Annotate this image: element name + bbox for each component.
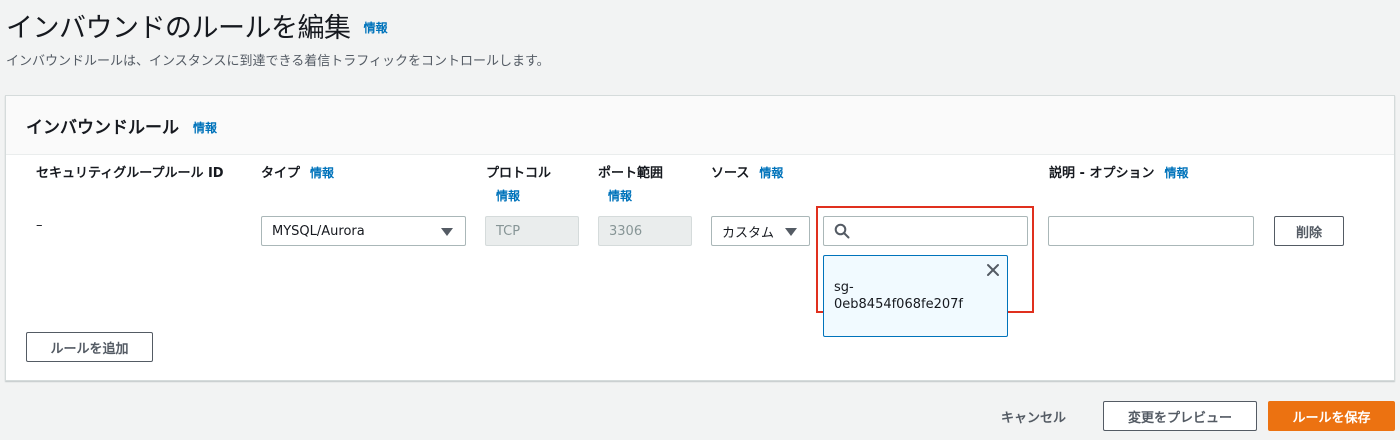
column-label-protocol: プロトコル (486, 166, 552, 181)
column-header-source: ソース 情報 (711, 162, 783, 181)
type-info-link[interactable]: 情報 (310, 166, 334, 180)
protocol-field: TCP (485, 216, 579, 246)
source-info-link[interactable]: 情報 (759, 166, 783, 180)
source-token: sg- 0eb8454f068fe207f (823, 255, 1008, 337)
caret-down-icon (441, 228, 453, 236)
cancel-button[interactable]: キャンセル (1001, 407, 1066, 426)
port-range-info-link[interactable]: 情報 (608, 187, 663, 204)
source-search-field[interactable] (823, 216, 1028, 246)
page-description: インバウンドルールは、インスタンスに到達できる着信トラフィックをコントロールしま… (6, 54, 550, 69)
description-info-link[interactable]: 情報 (1164, 166, 1188, 180)
type-select-value: MYSQL/Aurora (272, 223, 365, 239)
column-label-source: ソース (711, 166, 750, 181)
column-label-rule-id: セキュリティグループルール ID (36, 166, 224, 181)
page-info-link[interactable]: 情報 (364, 21, 388, 35)
source-type-value: カスタム (722, 225, 775, 241)
save-rules-button[interactable]: ルールを保存 (1268, 401, 1395, 431)
description-input[interactable] (1048, 216, 1254, 246)
panel-header: インバウンドルール 情報 (6, 96, 1394, 155)
column-header-description: 説明 - オプション 情報 (1049, 162, 1188, 181)
inbound-rules-panel: インバウンドルール 情報 セキュリティグループルール ID タイプ 情報 プロトコ… (5, 95, 1395, 381)
caret-down-icon (785, 228, 797, 236)
column-header-rule-id: セキュリティグループルール ID (36, 162, 224, 181)
port-range-value: 3306 (609, 223, 643, 239)
page-title: インバウンドのルールを編集 (6, 13, 351, 44)
type-select[interactable]: MYSQL/Aurora (261, 216, 466, 246)
column-header-port-range: ポート範囲 情報 (598, 162, 663, 204)
close-icon[interactable] (985, 262, 1001, 278)
page-header: インバウンドのルールを編集 情報 (6, 6, 388, 45)
column-label-port-range: ポート範囲 (598, 166, 664, 181)
rule-id-value: – (36, 218, 43, 233)
panel-info-link[interactable]: 情報 (193, 119, 217, 136)
protocol-info-link[interactable]: 情報 (496, 187, 551, 204)
delete-rule-button[interactable]: 削除 (1274, 216, 1344, 246)
add-rule-button[interactable]: ルールを追加 (26, 332, 153, 362)
source-search-input[interactable] (856, 217, 1023, 245)
source-type-select[interactable]: カスタム (711, 216, 810, 246)
column-header-protocol: プロトコル 情報 (486, 162, 551, 204)
protocol-value: TCP (496, 223, 521, 239)
column-label-description: 説明 - オプション (1049, 166, 1155, 181)
preview-changes-button[interactable]: 変更をプレビュー (1103, 401, 1257, 431)
port-range-field: 3306 (598, 216, 692, 246)
search-icon (834, 223, 850, 239)
panel-title: インバウンドルール (26, 117, 179, 138)
column-label-type: タイプ (261, 166, 301, 181)
source-token-label: sg- 0eb8454f068fe207f (834, 280, 963, 312)
column-header-type: タイプ 情報 (261, 162, 334, 181)
